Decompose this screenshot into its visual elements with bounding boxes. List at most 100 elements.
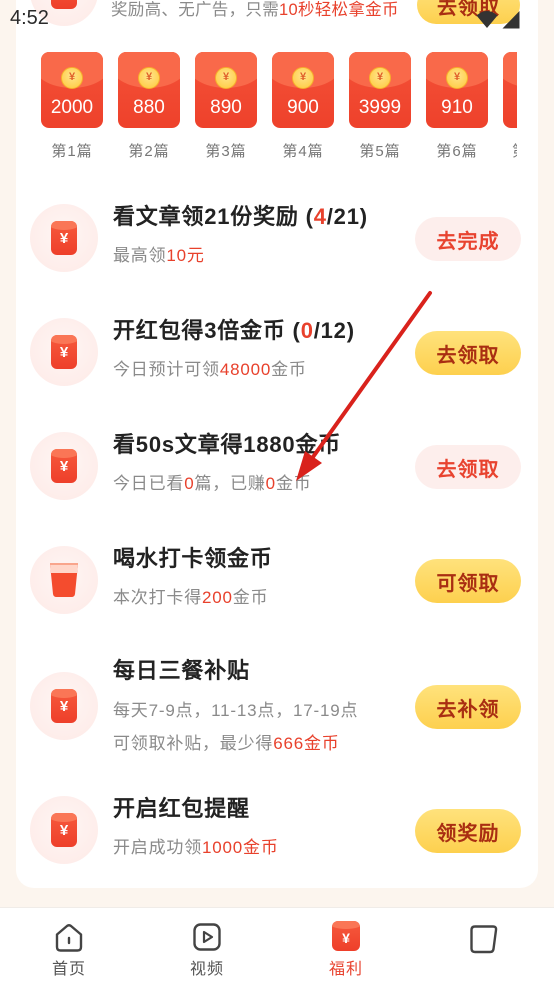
- task-row-water-checkin: 喝水打卡领金币 本次打卡得200金币 可领取: [0, 520, 554, 640]
- task-icon-badge: ¥: [30, 672, 98, 740]
- task-icon-badge: ¥: [30, 796, 98, 864]
- subtitle-highlight: 10元: [166, 246, 205, 265]
- reward-amount: 880: [133, 97, 165, 118]
- reward-amount: 890: [210, 97, 242, 118]
- claimable-button[interactable]: 可领取: [415, 559, 521, 603]
- red-envelope-icon: ¥: [51, 449, 77, 483]
- subtitle-highlight: 0: [184, 474, 195, 493]
- article-reward-item[interactable]: ¥ 880 第2篇: [118, 52, 180, 164]
- task-subtitle: 每天7-9点，11-13点，17-19点: [113, 699, 358, 723]
- subtitle-highlight: 666金币: [273, 734, 340, 753]
- subtitle-highlight: 200: [202, 588, 233, 607]
- home-icon: [55, 924, 83, 952]
- nav-item-home[interactable]: 首页: [19, 908, 119, 984]
- yuan-symbol: ¥: [59, 698, 69, 715]
- yuan-symbol: ¥: [453, 71, 461, 83]
- yuan-symbol: ¥: [59, 822, 69, 839]
- title-text: /21): [326, 204, 368, 229]
- article-reward-item[interactable]: ¥ 890 第3篇: [195, 52, 257, 164]
- yuan-symbol: ¥: [60, 0, 68, 1]
- coin-icon: ¥: [369, 67, 391, 89]
- yuan-symbol: ¥: [145, 71, 153, 83]
- claim-button[interactable]: 去领取: [415, 445, 521, 489]
- coin-icon: ¥: [446, 67, 468, 89]
- subtitle-text: 金币: [232, 588, 269, 607]
- article-index-label: 第: [512, 142, 517, 162]
- yuan-symbol: ¥: [222, 71, 230, 83]
- cellular-signal-icon: [502, 11, 520, 29]
- status-time: 4:52: [10, 7, 49, 29]
- task-row-open-red-packet: ¥ 开红包得3倍金币 (0/12) 今日预计可领48000金币 去领取: [0, 292, 554, 412]
- subtitle-text: 今日已看: [113, 474, 185, 493]
- make-up-claim-button[interactable]: 去补领: [415, 685, 521, 729]
- red-envelope-icon: ¥: [51, 813, 77, 847]
- subtitle-text: 奖励高、无广告，只需: [111, 1, 279, 19]
- title-text: 喝水打卡领金币: [113, 546, 273, 571]
- video-icon: [193, 923, 221, 951]
- tab-card-icon: [470, 925, 498, 954]
- red-packet-icon: ¥ 890: [195, 52, 257, 128]
- go-complete-button[interactable]: 去完成: [415, 217, 521, 261]
- article-index-label: 第2篇: [128, 143, 170, 160]
- yuan-symbol: ¥: [376, 71, 384, 83]
- article-index-label: 第5篇: [359, 143, 401, 160]
- subtitle-highlight: 48000: [219, 360, 272, 379]
- task-icon-badge: ¥: [30, 204, 98, 272]
- article-reward-strip: ¥ 2000 第1篇 ¥ 880 第2篇 ¥ 890 第3篇 ¥ 900 第4篇…: [35, 52, 517, 164]
- nav-label: 福利: [328, 961, 363, 978]
- article-index-label: 第6篇: [436, 143, 478, 160]
- subtitle-text: 金币: [275, 474, 312, 493]
- coin-icon: ¥: [138, 67, 160, 89]
- red-envelope-icon: ¥: [51, 221, 77, 255]
- title-text: 开红包得3倍金币 (: [113, 318, 301, 343]
- article-reward-item[interactable]: ¥ 2000 第1篇: [41, 52, 103, 164]
- nav-item-welfare[interactable]: ¥ 福利: [296, 908, 396, 984]
- task-row-read-50s: ¥ 看50s文章得1880金币 今日已看0篇，已赚0金币 去领取: [0, 406, 554, 526]
- title-text: 每日三餐补贴: [113, 658, 250, 683]
- task-subtitle: 今日已看0篇，已赚0金币: [113, 472, 312, 496]
- subtitle-text: 最高领: [113, 246, 167, 265]
- article-reward-item[interactable]: ¥ 910 第6篇: [426, 52, 488, 164]
- yuan-symbol: ¥: [59, 458, 69, 475]
- reward-amount: 3999: [358, 97, 402, 118]
- subtitle-text: 今日预计可领: [113, 360, 220, 379]
- article-index-label: 第4篇: [282, 143, 324, 160]
- article-reward-item[interactable]: ¥ 900 第4篇: [272, 52, 334, 164]
- claim-button[interactable]: 去领取: [415, 331, 521, 375]
- red-packet-icon: ¥ 900: [272, 52, 334, 128]
- envelope-flap: [51, 449, 77, 458]
- reward-amount: 2000: [50, 97, 94, 118]
- claim-reward-button[interactable]: 领奖励: [415, 809, 521, 853]
- yuan-symbol: ¥: [59, 230, 69, 247]
- subtitle-text: 每天7-9点，11-13点，17-19点: [113, 701, 359, 720]
- task-row-read-articles: ¥ 看文章领21份奖励 (4/21) 最高领10元 去完成: [0, 178, 554, 298]
- nav-item-video[interactable]: 视频: [157, 908, 257, 984]
- coin-icon: ¥: [215, 67, 237, 89]
- red-envelope-icon: ¥: [51, 689, 77, 723]
- red-packet-icon: [503, 52, 517, 128]
- envelope-flap: [51, 221, 77, 230]
- subtitle-text: 金币: [271, 360, 307, 379]
- task-subtitle: 今日预计可领48000金币: [113, 358, 307, 382]
- article-reward-item[interactable]: ¥ 3999 第5篇: [349, 52, 411, 164]
- subtitle-highlight: 1000金币: [202, 838, 279, 857]
- bottom-nav: 首页 视频 ¥ 福利: [0, 907, 554, 984]
- yuan-symbol: ¥: [299, 71, 307, 83]
- task-title: 开红包得3倍金币 (0/12): [113, 318, 355, 344]
- nav-item-fourth-tab[interactable]: [434, 908, 534, 984]
- article-reward-item[interactable]: 第: [503, 52, 517, 164]
- nav-label: 视频: [189, 961, 224, 978]
- progress-count: 0: [300, 318, 314, 343]
- title-text: 看文章领21份奖励 (: [113, 204, 314, 229]
- yuan-symbol: ¥: [59, 344, 69, 361]
- subtitle-text: 开启成功领: [113, 838, 202, 857]
- task-icon-badge: [30, 546, 98, 614]
- subtitle-text: 可领取补贴，最少得: [113, 734, 274, 753]
- subtitle-highlight: 0: [265, 474, 276, 493]
- task-subtitle-line2: 可领取补贴，最少得666金币: [113, 732, 340, 756]
- yuan-symbol: ¥: [342, 930, 350, 946]
- task-subtitle: 奖励高、无广告，只需10秒轻松拿金币: [111, 0, 399, 20]
- task-title: 每日三餐补贴: [113, 658, 250, 684]
- red-packet-icon: ¥ 910: [426, 52, 488, 128]
- task-row-enable-reminder: ¥ 开启红包提醒 开启成功领1000金币 领奖励: [0, 770, 554, 890]
